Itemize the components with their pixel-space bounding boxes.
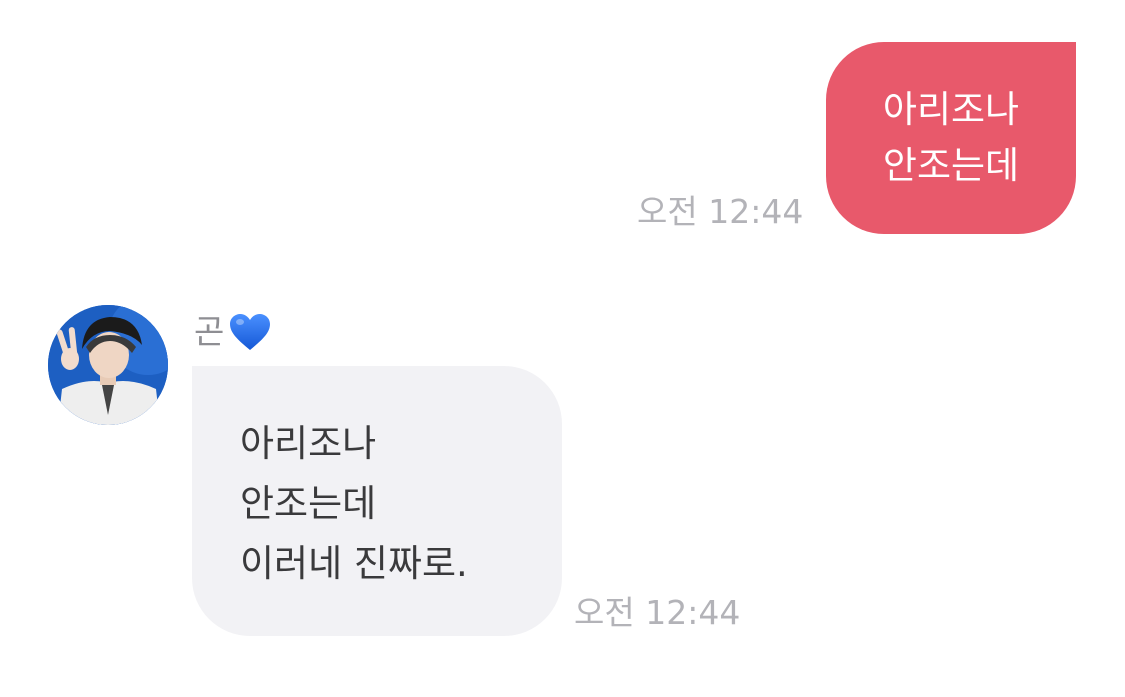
sender-name: 곤 (194, 310, 272, 354)
incoming-message-line: 아리조나 (240, 422, 377, 465)
outgoing-message-line: 아리조나 (882, 88, 1020, 131)
blue-heart-icon (228, 312, 272, 352)
incoming-message-line: 안조는데 (240, 482, 377, 525)
outgoing-message-line: 안조는데 (882, 144, 1020, 187)
sender-avatar[interactable] (48, 305, 168, 425)
incoming-message-line: 이러네 진짜로. (240, 542, 468, 585)
sender-name-text: 곤 (194, 312, 225, 351)
outgoing-message-bubble[interactable]: 아리조나 안조는데 (826, 42, 1076, 234)
incoming-message-timestamp: 오전 12:44 (574, 593, 741, 632)
incoming-message-bubble[interactable]: 아리조나 안조는데 이러네 진짜로. (192, 366, 562, 636)
outgoing-message-timestamp: 오전 12:44 (637, 192, 804, 231)
